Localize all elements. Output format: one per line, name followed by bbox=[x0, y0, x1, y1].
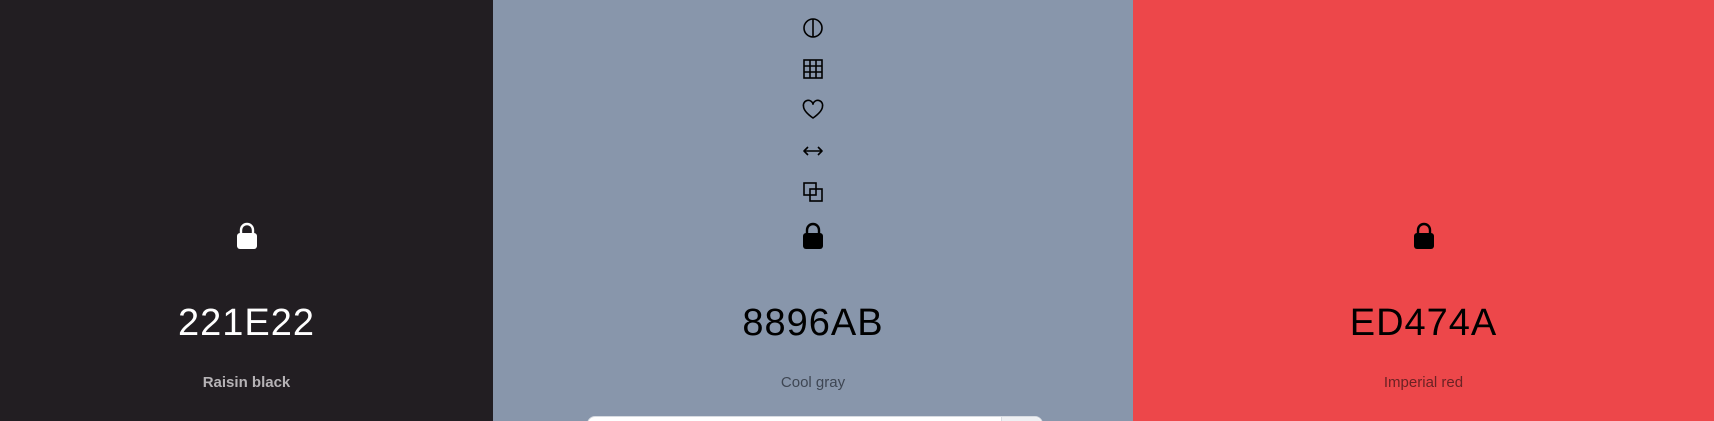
hex-code[interactable]: 221E22 bbox=[0, 300, 493, 346]
color-swatch-cool-gray[interactable]: 8896AB Cool gray bbox=[493, 0, 1133, 421]
lock-icon[interactable] bbox=[229, 218, 265, 254]
swatch-toolbar bbox=[795, 10, 831, 215]
color-name: Cool gray bbox=[780, 374, 846, 391]
grid-icon[interactable] bbox=[795, 51, 831, 87]
partial-input-button[interactable] bbox=[1001, 417, 1042, 421]
color-swatch-raisin-black[interactable]: 221E22 Raisin black bbox=[0, 0, 493, 421]
lock-icon[interactable] bbox=[1406, 218, 1442, 254]
lock-icon[interactable] bbox=[795, 218, 831, 254]
hex-code[interactable]: 8896AB bbox=[493, 300, 1133, 346]
color-name: Imperial red bbox=[1383, 374, 1464, 391]
color-palette: 221E22 Raisin black 8896AB Cool gray ED4… bbox=[0, 0, 1714, 421]
color-swatch-imperial-red[interactable]: ED474A Imperial red bbox=[1133, 0, 1714, 421]
partial-input-control[interactable] bbox=[587, 416, 1043, 421]
heart-icon[interactable] bbox=[795, 92, 831, 128]
color-name: Raisin black bbox=[202, 374, 291, 391]
hex-code[interactable]: ED474A bbox=[1133, 300, 1714, 346]
contrast-icon[interactable] bbox=[795, 10, 831, 46]
arrows-horizontal-icon[interactable] bbox=[795, 133, 831, 169]
copy-icon[interactable] bbox=[795, 174, 831, 210]
